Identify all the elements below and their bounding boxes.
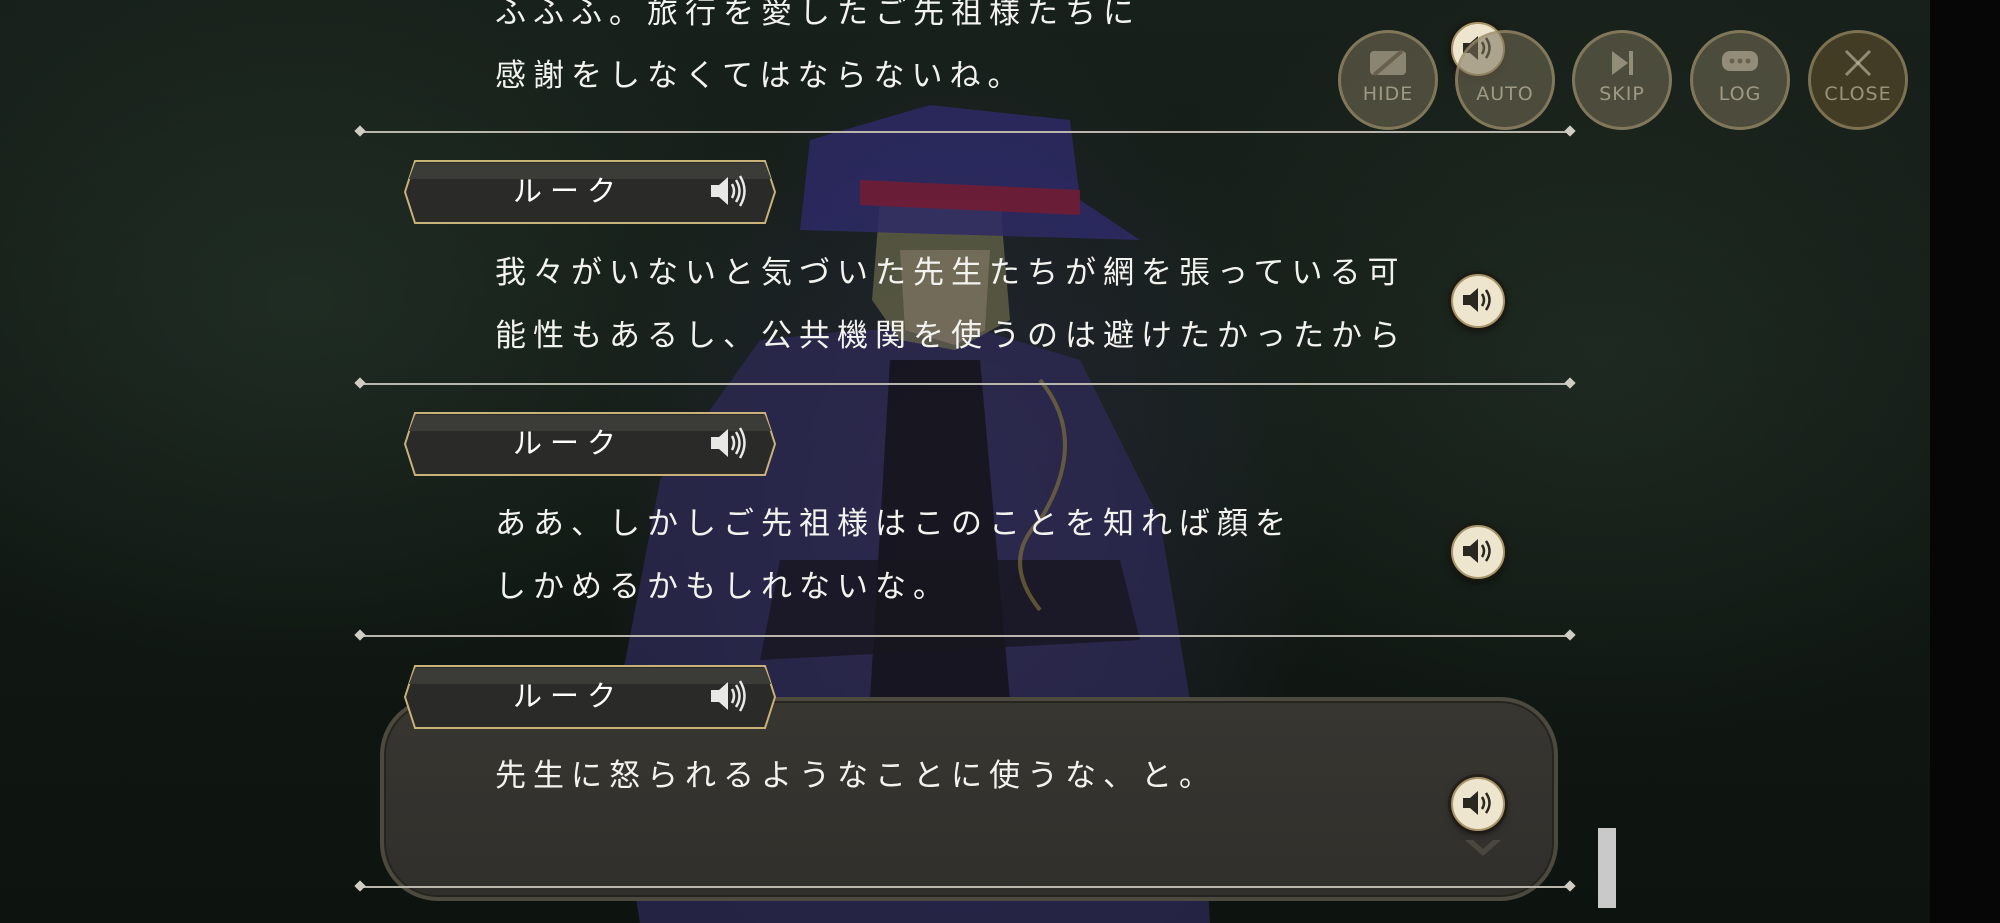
voice-replay-button[interactable]: [1451, 777, 1505, 831]
log-line: ふふふ。旅行を愛したご先祖様たちに: [495, 0, 1141, 31]
log-divider: [360, 383, 1570, 385]
log-label: LOG: [1718, 83, 1762, 105]
eye-slash-icon: [1370, 49, 1406, 77]
close-icon: [1844, 49, 1872, 77]
speaker-nameplate: ルーク: [403, 411, 777, 477]
speaker-icon: [711, 427, 746, 459]
log-line: ああ、しかしご先祖様はこのことを知れば顔を: [495, 506, 1293, 542]
skip-icon: [1612, 51, 1633, 75]
screen-edge-bar: [1930, 0, 2000, 923]
skip-button[interactable]: SKIP: [1572, 30, 1672, 130]
log-line: 能性もあるし、公共機関を使うのは避けたかったから: [495, 318, 1407, 354]
speaker-nameplate: ルーク: [403, 664, 777, 730]
close-label: CLOSE: [1824, 83, 1892, 105]
log-divider: [360, 886, 1570, 888]
speaker-icon: [1463, 288, 1491, 312]
auto-button[interactable]: AUTO: [1455, 30, 1555, 130]
log-line: 先生に怒られるようなことに使うな、と。: [495, 758, 1217, 794]
voice-replay-button[interactable]: [1451, 525, 1505, 579]
log-divider: [360, 131, 1570, 133]
log-divider: [360, 635, 1570, 637]
log-line: 我々がいないと気づいた先生たちが網を張っている可: [495, 255, 1406, 291]
speaker-icon: [1463, 539, 1491, 563]
log-entry-2-text: 我々がいないと気づいた先生たちが網を張っている可 能性もあるし、公共機関を使うの…: [495, 242, 1407, 368]
log-entry-1-text: ふふふ。旅行を愛したご先祖様たちに 感謝をしなくてはならないね。: [495, 0, 1141, 108]
speaker-name: ルーク: [513, 426, 625, 460]
log-entry-4-text: 先生に怒られるようなことに使うな、と。: [495, 745, 1217, 808]
log-scrollbar[interactable]: [1598, 828, 1616, 908]
skip-label: SKIP: [1599, 83, 1645, 105]
log-entry-3-text: ああ、しかしご先祖様はこのことを知れば顔を しかめるかもしれないな。: [495, 493, 1293, 619]
speaker-icon: [711, 175, 746, 207]
log-line: しかめるかもしれないな。: [495, 569, 951, 605]
close-button[interactable]: CLOSE: [1808, 30, 1908, 130]
hide-label: HIDE: [1362, 83, 1414, 105]
hide-button[interactable]: HIDE: [1338, 30, 1438, 130]
chevron-down-icon: [1465, 840, 1501, 856]
log-line: 感謝をしなくてはならないね。: [495, 58, 1026, 94]
speaker-nameplate: ルーク: [403, 159, 777, 225]
chat-bubble-icon: [1722, 51, 1758, 71]
auto-label: AUTO: [1476, 83, 1534, 105]
speaker-icon: [1463, 791, 1491, 815]
speaker-name: ルーク: [513, 174, 625, 208]
log-button[interactable]: LOG: [1690, 30, 1790, 130]
voice-replay-button[interactable]: [1451, 274, 1505, 328]
speaker-icon: [711, 680, 746, 712]
speaker-name: ルーク: [513, 679, 625, 713]
